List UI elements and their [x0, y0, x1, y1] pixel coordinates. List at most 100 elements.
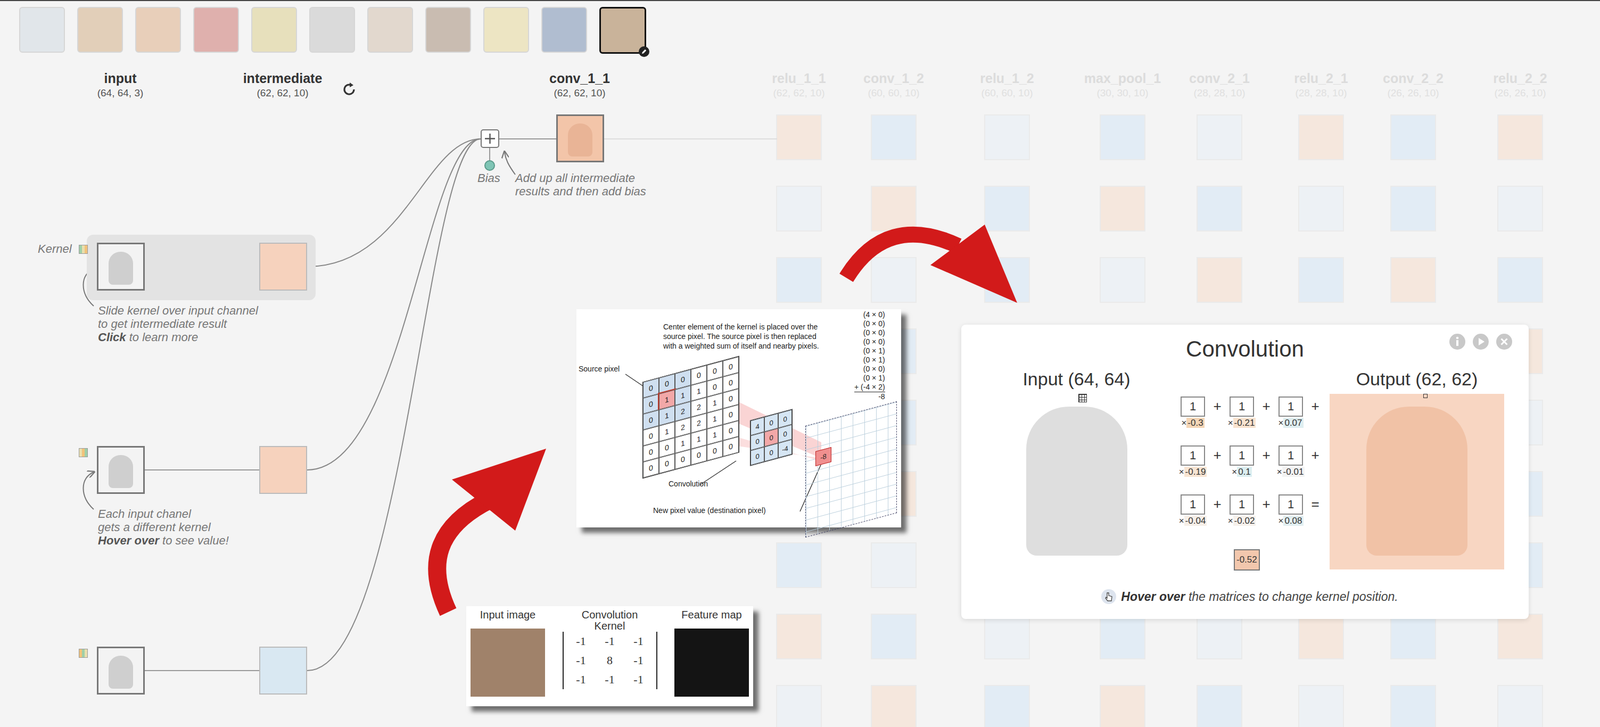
operator: + [1302, 445, 1328, 478]
kernel-weight: ×0.1 [1231, 466, 1252, 478]
kernel-value: 1 [1278, 396, 1303, 417]
operator: + [1254, 445, 1279, 478]
feature-map-tile [776, 685, 822, 727]
image-thumbnail[interactable] [251, 6, 298, 53]
operator: + [1205, 494, 1230, 527]
feature-map-tile [1196, 185, 1243, 232]
layer-header: conv_1_1(62, 62, 10) [549, 70, 610, 100]
source-pixel-label: Source pixel [578, 364, 620, 374]
feature-map-tile [1390, 685, 1437, 727]
arrowhead-icon [930, 224, 1018, 303]
kernel-value: 1 [1180, 494, 1206, 515]
intermediate-result[interactable] [259, 242, 308, 291]
feature-map-tile [870, 613, 917, 660]
refresh-icon[interactable] [340, 80, 358, 98]
kernel-value: 1 [1278, 445, 1303, 466]
layer-header: conv_2_2(26, 26, 10) [1382, 70, 1444, 100]
bias-dot[interactable] [484, 160, 496, 171]
input-label: Input (64, 64) [1022, 368, 1131, 390]
feature-map-tile [1298, 114, 1344, 161]
feature-map-tile [1099, 114, 1146, 161]
weighted-sum: (4 × 0)(0 × 0)(0 × 0)(0 × 0)(0 × 1)(0 × … [854, 310, 886, 402]
result-value: -0.52 [1233, 549, 1260, 571]
image-thumbnail[interactable] [77, 6, 123, 53]
input-matrix[interactable] [994, 393, 1159, 568]
feature-map-tile [1298, 257, 1344, 303]
operator: + [1254, 396, 1279, 429]
feature-map-tile [1196, 257, 1243, 303]
play-icon[interactable] [1472, 333, 1490, 351]
input-channel[interactable] [96, 646, 145, 695]
feature-map-tile [1390, 613, 1437, 660]
feature-map-tile [776, 257, 822, 303]
intermediate-result[interactable] [259, 446, 308, 494]
feature-map-tile [1298, 613, 1344, 660]
layer-header: relu_2_2(26, 26, 10) [1493, 70, 1547, 100]
layer-header: relu_1_1(62, 62, 10) [771, 70, 826, 100]
feature-map-tile [776, 114, 822, 161]
input-channel[interactable] [96, 242, 145, 291]
operator: = [1302, 494, 1328, 527]
kernel-value: 1 [1180, 396, 1206, 417]
kernel-position-icon [1078, 393, 1087, 403]
kernel-value: 1 [1229, 494, 1255, 515]
kernel-value: 1 [1229, 445, 1255, 466]
cnn-explainer: input(64, 64, 3)intermediate(62, 62, 10)… [0, 0, 1600, 727]
feature-map-tile [1099, 185, 1146, 232]
bias-label: Bias [477, 171, 501, 186]
input-photo [470, 628, 546, 697]
feature-map-tile [1497, 257, 1544, 303]
image-thumbnail[interactable] [483, 6, 530, 53]
operator: + [1205, 396, 1230, 429]
image-thumbnail[interactable] [599, 6, 647, 54]
operator: + [1254, 494, 1279, 527]
panel-hint: Hover over the matrices to change kernel… [994, 588, 1505, 605]
kernel-math: 1×-0.3+1×-0.21+1×0.07+1×-0.19+1×0.1+1×-0… [1180, 396, 1328, 527]
image-thumbnail[interactable] [193, 6, 239, 53]
feature-map-tile [776, 542, 822, 589]
convolution-panel: ConvolutionInput (64, 64)1×-0.3+1×-0.21+… [961, 324, 1529, 620]
feature-map-tile [1390, 185, 1437, 232]
kernel-label: ConvolutionKernel [581, 609, 639, 632]
image-thumbnail[interactable] [309, 6, 356, 53]
image-thumbnail[interactable] [135, 6, 181, 53]
feature-map-tile [984, 685, 1030, 727]
output-matrix[interactable] [1329, 393, 1505, 570]
image-thumbnail[interactable] [19, 6, 65, 53]
edge-detection-figure: Input imageConvolutionKernel-1-1-1-18-1-… [466, 606, 754, 707]
feature-map-tile [1196, 114, 1243, 161]
intermediate-result[interactable] [259, 646, 308, 695]
kernel-weight: ×-0.21 [1227, 417, 1257, 429]
arrowhead-icon [451, 448, 547, 531]
operator: + [1205, 445, 1230, 478]
feature-map-tile [1099, 257, 1146, 303]
operator: + [1302, 396, 1328, 429]
source-grid: 000000011100012210012210001110000000 [642, 356, 740, 480]
feature-map-tile [870, 685, 917, 727]
kernel-weight: ×0.08 [1277, 515, 1303, 527]
image-thumbnail[interactable] [367, 6, 414, 53]
feature-map-tile [1497, 685, 1544, 727]
arrow-icon [436, 500, 489, 613]
input-channel[interactable] [96, 446, 145, 494]
layer-header: conv_1_2(60, 60, 10) [863, 70, 925, 100]
bias-annotation: Add up all intermediateresults and then … [515, 171, 647, 199]
feature-map-tile [776, 613, 822, 660]
close-icon[interactable] [1495, 333, 1513, 351]
feature-map-photo [674, 628, 749, 697]
feature-map-tile [870, 185, 917, 232]
image-thumbnail[interactable] [541, 6, 588, 53]
conv-output[interactable] [556, 114, 605, 163]
edit-icon[interactable] [638, 46, 650, 57]
kernel-icon[interactable] [78, 648, 88, 658]
hand-cursor-icon [1100, 588, 1117, 605]
destination-grid: -8 [805, 401, 897, 538]
kernel-icon[interactable] [78, 448, 88, 458]
kernel-value: 1 [1278, 494, 1303, 515]
info-icon[interactable] [1448, 333, 1466, 351]
feature-map-tile [1298, 185, 1344, 232]
kernel-icon[interactable] [78, 244, 88, 254]
image-thumbnail[interactable] [425, 6, 472, 53]
feature-map-tile [1298, 685, 1344, 727]
annotation: Slide kernel over input channelto get in… [97, 303, 259, 344]
